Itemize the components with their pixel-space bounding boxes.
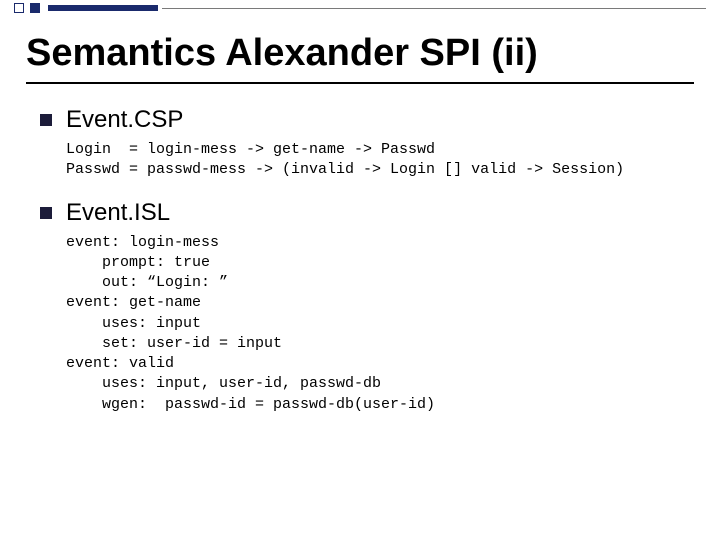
title-underline (26, 82, 694, 84)
slide-title: Semantics Alexander SPI (ii) (26, 32, 538, 75)
section-heading-row: Event.ISL (40, 199, 700, 227)
section-heading: Event.CSP (66, 106, 183, 134)
slide-top-decoration (0, 0, 720, 16)
section-event-csp: Event.CSP Login = login-mess -> get-name… (40, 106, 700, 181)
decor-bar-thin (162, 8, 706, 9)
decor-bar-thick (48, 5, 158, 11)
code-block-csp: Login = login-mess -> get-name -> Passwd… (66, 140, 700, 181)
bullet-square-icon (40, 114, 52, 126)
section-heading-row: Event.CSP (40, 106, 700, 134)
bullet-square-icon (40, 207, 52, 219)
decor-square-outline (14, 3, 24, 13)
code-block-isl: event: login-mess prompt: true out: “Log… (66, 233, 700, 415)
section-event-isl: Event.ISL event: login-mess prompt: true… (40, 199, 700, 415)
section-heading: Event.ISL (66, 199, 170, 227)
decor-square-filled (30, 3, 40, 13)
slide-body: Event.CSP Login = login-mess -> get-name… (40, 106, 700, 433)
